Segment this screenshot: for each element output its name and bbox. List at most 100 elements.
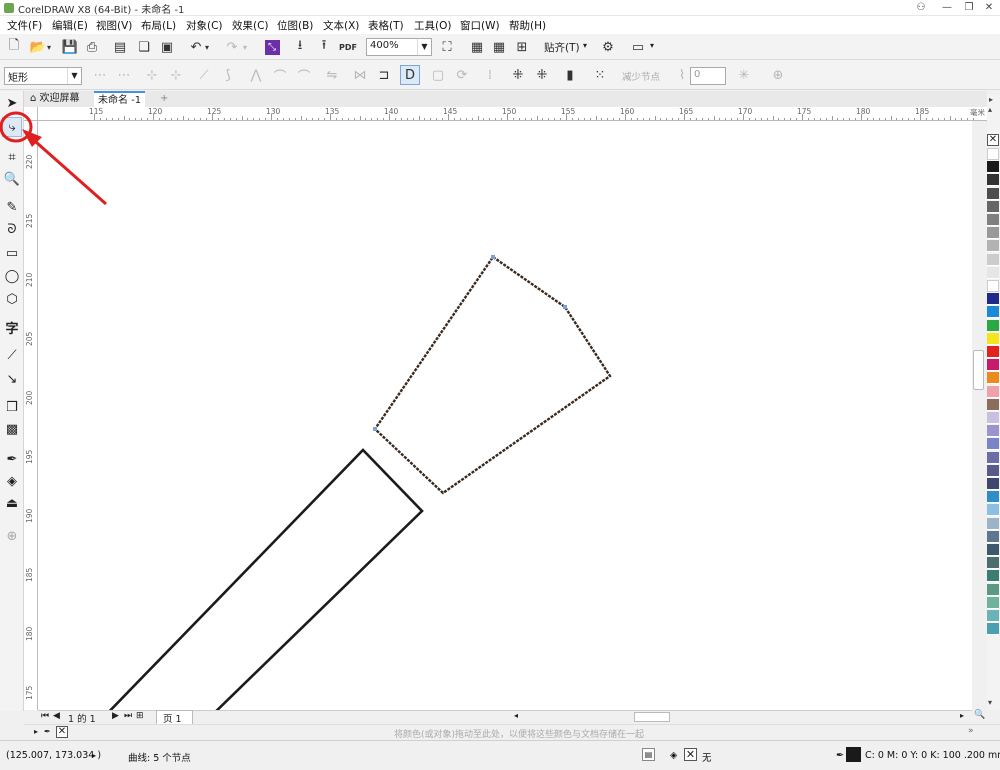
redo-dropdown-icon[interactable]: ▾ — [240, 37, 250, 57]
palette-swatch[interactable] — [987, 214, 999, 226]
publish-pdf-icon[interactable]: PDF — [338, 37, 358, 57]
artistic-media-tool-icon[interactable]: ᘐ — [2, 219, 22, 239]
scroll-right-icon[interactable]: ▸ — [960, 711, 964, 720]
auto-close-icon[interactable]: D — [400, 65, 420, 85]
ellipse-tool-icon[interactable]: ◯ — [2, 266, 22, 286]
interactive-fill-tool-icon[interactable]: ◈ — [2, 471, 22, 491]
restore-icon[interactable]: ❐ — [958, 0, 980, 16]
curve-node[interactable] — [491, 255, 495, 259]
polygon-tool-icon[interactable]: ⬡ — [2, 289, 22, 309]
tab-welcome[interactable]: ⌂ 欢迎屏幕 — [26, 91, 84, 107]
palette-swatch[interactable] — [987, 623, 999, 636]
save-icon[interactable]: 💾 — [60, 37, 80, 57]
show-guidelines-icon[interactable]: ⊞ — [512, 37, 532, 57]
palette-swatch[interactable] — [987, 425, 999, 438]
palette-swatch[interactable] — [987, 187, 999, 200]
menu-effects[interactable]: 效果(C) — [232, 18, 269, 33]
eyedropper-icon[interactable]: ✒ — [44, 727, 51, 736]
palette-swatch[interactable] — [987, 174, 999, 187]
menu-object[interactable]: 对象(C) — [186, 18, 223, 33]
palette-swatch[interactable] — [987, 200, 999, 213]
fill-bucket-icon[interactable]: ◈ — [670, 750, 677, 761]
palette-swatch[interactable] — [987, 530, 999, 543]
color-proof-icon[interactable]: ▤ — [642, 748, 655, 761]
menu-help[interactable]: 帮助(H) — [509, 18, 546, 33]
palette-swatch[interactable] — [987, 491, 999, 504]
palette-swatch[interactable] — [987, 398, 999, 411]
previous-page-icon[interactable]: ◀ — [53, 711, 60, 721]
reverse-direction-icon[interactable]: ⇋ — [322, 65, 342, 85]
scroll-left-icon[interactable]: ◂ — [514, 711, 518, 720]
join-nodes-icon[interactable]: ⊹ — [142, 65, 162, 85]
cut-icon[interactable]: ▤ — [110, 37, 130, 57]
parallel-dimension-tool-icon[interactable]: ⟋ — [2, 345, 22, 365]
print-icon[interactable]: ⎙ — [82, 37, 102, 57]
export-icon[interactable]: ⭱ — [314, 37, 334, 57]
palette-swatch[interactable] — [987, 253, 999, 266]
vertical-scrollbar-thumb[interactable] — [973, 350, 984, 390]
new-tab-icon[interactable]: + — [156, 91, 172, 107]
drawing-canvas[interactable] — [38, 121, 972, 710]
palette-swatch[interactable] — [987, 359, 999, 372]
zoom-level-combo[interactable]: 400% ▼ — [366, 38, 432, 56]
smooth-node-icon[interactable]: ⌒ — [270, 65, 290, 85]
show-rulers-icon[interactable]: ▦ — [467, 37, 487, 57]
horizontal-scrollbar[interactable]: ▸ — [524, 710, 972, 724]
add-toolbar-icon[interactable]: ⊕ — [768, 65, 788, 85]
palette-swatch[interactable] — [987, 385, 999, 398]
palette-swatch[interactable] — [987, 412, 999, 424]
options-gear-icon[interactable]: ⚙ — [598, 37, 618, 57]
palette-swatch[interactable] — [987, 517, 999, 530]
navigator-zoom-icon[interactable]: 🔍 — [973, 710, 987, 724]
rotate-nodes-icon[interactable]: ⟳ — [452, 65, 472, 85]
extend-curve-icon[interactable]: ⋈ — [350, 65, 370, 85]
last-page-icon[interactable]: ⏭ — [124, 711, 132, 721]
palette-scroll-up-icon[interactable]: ▸ — [989, 95, 993, 104]
rectangle-tool-icon[interactable]: ▭ — [2, 243, 22, 263]
ruler-origin-corner[interactable] — [24, 107, 38, 121]
drop-shadow-tool-icon[interactable]: ❒ — [2, 397, 22, 417]
palette-scroll-down-icon[interactable]: ▾ — [988, 698, 992, 707]
cusp-node-icon[interactable]: ⋀ — [246, 65, 266, 85]
break-curve-icon[interactable]: ⊹ — [166, 65, 186, 85]
user-icon[interactable]: ⚇ — [910, 0, 932, 16]
palette-swatch[interactable] — [987, 346, 999, 358]
undo-dropdown-icon[interactable]: ▾ — [202, 37, 212, 57]
menu-view[interactable]: 视图(V) — [96, 18, 132, 33]
symmetric-node-icon[interactable]: ⌒ — [294, 65, 314, 85]
text-tool-icon[interactable]: 字 — [2, 317, 22, 337]
palette-swatch[interactable] — [987, 372, 999, 385]
palette-swatch[interactable] — [987, 293, 999, 306]
menu-bitmaps[interactable]: 位图(B) — [277, 18, 313, 33]
paste-icon[interactable]: ▣ — [157, 37, 177, 57]
palette-swatch[interactable] — [987, 240, 999, 253]
palette-swatch[interactable] — [987, 478, 999, 490]
vertical-ruler[interactable]: 220 215 210 205 200 195 190 185 180 175 — [24, 121, 38, 710]
close-curve-icon[interactable]: ⊐ — [374, 65, 394, 85]
pick-tool-icon[interactable]: ➤ — [2, 93, 22, 113]
palette-swatch[interactable] — [987, 596, 999, 609]
palette-swatch[interactable] — [987, 332, 999, 345]
horizontal-scrollbar-thumb[interactable] — [634, 712, 670, 722]
full-screen-icon[interactable]: ⛶ — [437, 37, 457, 57]
rectangle-shape[interactable] — [100, 448, 424, 710]
zoom-tool-icon[interactable]: 🔍 — [2, 169, 22, 189]
palette-swatch[interactable] — [987, 438, 999, 451]
align-nodes-icon[interactable]: ⁞ — [480, 65, 500, 85]
next-page-icon[interactable]: ▶ — [112, 711, 119, 721]
palette-swatch[interactable] — [987, 610, 999, 622]
menu-text[interactable]: 文本(X) — [323, 18, 359, 33]
freehand-tool-icon[interactable]: ✎ — [2, 197, 22, 217]
search-content-icon[interactable]: ⤡ — [262, 37, 282, 57]
to-curve-icon[interactable]: ⟆ — [218, 65, 238, 85]
mirror-vertical-icon[interactable]: ⁜ — [532, 65, 552, 85]
menu-tools[interactable]: 工具(O) — [414, 18, 451, 33]
curve-shape[interactable] — [373, 255, 612, 495]
first-page-icon[interactable]: ⏮ — [41, 711, 49, 721]
menu-window[interactable]: 窗口(W) — [460, 18, 500, 33]
new-document-icon[interactable]: 🗋 — [4, 37, 24, 57]
stretch-nodes-icon[interactable]: ▢ — [428, 65, 448, 85]
status-expand-icon[interactable]: ▸ — [92, 751, 96, 760]
select-all-nodes-icon[interactable]: ⁙ — [590, 65, 610, 85]
curve-smoothness-field[interactable]: 0 — [690, 67, 726, 85]
